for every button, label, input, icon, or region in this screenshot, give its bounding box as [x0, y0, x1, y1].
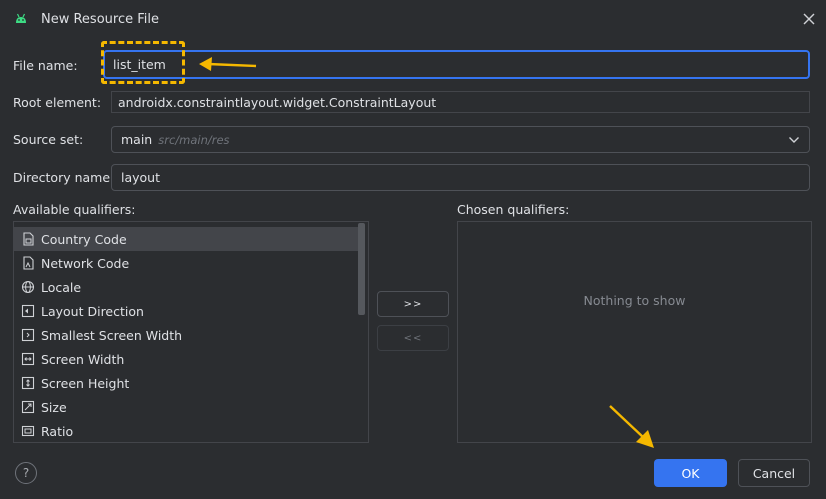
- qualifier-item-locale[interactable]: Locale: [14, 275, 368, 299]
- annotation-arrow-left-icon: [199, 57, 257, 71]
- screen-width-icon: [21, 352, 35, 366]
- directory-name-field[interactable]: [111, 164, 810, 191]
- source-set-dropdown[interactable]: main src/main/res: [111, 126, 810, 153]
- qualifier-label: Locale: [41, 279, 82, 295]
- empty-state-text: Nothing to show: [583, 292, 686, 308]
- qualifier-label: Ratio: [41, 423, 74, 439]
- source-set-label: Source set:: [13, 132, 84, 147]
- qualifier-item-screen-width[interactable]: Screen Width: [14, 347, 368, 371]
- window-title: New Resource File: [41, 12, 159, 27]
- close-icon[interactable]: [800, 10, 818, 28]
- qualifier-label: Size: [41, 399, 67, 415]
- directory-name-label: Directory name:: [13, 170, 115, 185]
- directory-name-input[interactable]: [121, 170, 809, 185]
- size-icon: [21, 400, 35, 414]
- qualifier-label: Screen Height: [41, 375, 130, 391]
- ok-button[interactable]: OK: [654, 459, 727, 487]
- android-icon: [16, 13, 26, 23]
- root-element-value: androidx.constraintlayout.widget.Constra…: [118, 94, 437, 110]
- qualifier-label: Country Code: [41, 231, 127, 247]
- layout-direction-icon: [21, 304, 35, 318]
- globe-icon: [21, 280, 35, 294]
- qualifier-item-country-code[interactable]: Country Code: [14, 227, 362, 251]
- qualifiers-scrollbar[interactable]: [358, 223, 365, 315]
- qualifier-item-ratio[interactable]: Ratio: [14, 419, 368, 443]
- qualifier-label: Screen Width: [41, 351, 125, 367]
- network-icon: [23, 256, 34, 270]
- cancel-button[interactable]: Cancel: [738, 459, 810, 487]
- qualifier-item-size[interactable]: Size: [14, 395, 368, 419]
- available-qualifiers-label: Available qualifiers:: [13, 202, 136, 217]
- qualifier-label: Smallest Screen Width: [41, 327, 183, 343]
- qualifier-label: Network Code: [41, 255, 130, 271]
- qualifier-item-screen-height[interactable]: Screen Height: [14, 371, 368, 395]
- root-element-label: Root element:: [13, 95, 102, 110]
- qualifier-item-layout-direction[interactable]: Layout Direction: [14, 299, 368, 323]
- source-set-value: main: [121, 132, 153, 147]
- ratio-icon: [21, 425, 35, 437]
- screen-height-icon: [21, 376, 35, 390]
- chevron-down-icon: [789, 137, 799, 143]
- sim-card-icon: [23, 232, 34, 246]
- qualifier-label: Layout Direction: [41, 303, 144, 319]
- annotation-arrow-down-icon: [609, 405, 654, 448]
- source-set-hint: src/main/res: [158, 132, 230, 147]
- file-name-label: File name:: [13, 58, 78, 73]
- help-button[interactable]: ?: [15, 462, 37, 484]
- qualifier-item-smallest-screen-width[interactable]: Smallest Screen Width: [14, 323, 368, 347]
- available-qualifiers-list[interactable]: Country Code Network Code Locale Layout …: [13, 221, 369, 443]
- root-element-field[interactable]: androidx.constraintlayout.widget.Constra…: [111, 91, 810, 113]
- remove-qualifier-button[interactable]: <<: [377, 325, 449, 351]
- chosen-qualifiers-label: Chosen qualifiers:: [457, 202, 570, 217]
- smallest-width-icon: [21, 328, 35, 342]
- qualifier-item-network-code[interactable]: Network Code: [14, 251, 368, 275]
- annotation-highlight-box: [101, 41, 185, 84]
- add-qualifier-button[interactable]: >>: [377, 291, 449, 317]
